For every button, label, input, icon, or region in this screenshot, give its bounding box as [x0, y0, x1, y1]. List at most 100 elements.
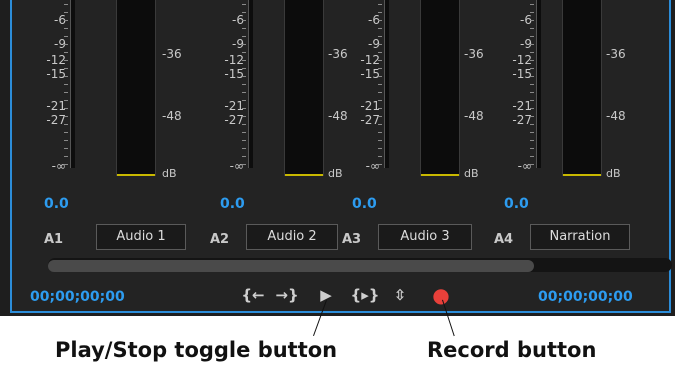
- scale-label: -15: [360, 67, 380, 81]
- scale-label: -9: [368, 37, 380, 51]
- scale-label: -48: [606, 109, 626, 123]
- fader-tick: [242, 68, 246, 69]
- play-in-to-out-icon[interactable]: {▸}: [350, 284, 380, 306]
- go-to-in-icon[interactable]: {←: [240, 284, 266, 306]
- channel-volume[interactable]: 0.0: [220, 196, 245, 212]
- fader-tick: [242, 92, 246, 93]
- fader-tick: [378, 100, 382, 101]
- mixer-panel: -6 -9 -12 -15 -21 -27 -∞ -36 -48 dB 0.0 …: [10, 0, 673, 313]
- volume-fader-track[interactable]: [536, 0, 541, 168]
- fader-tick: [530, 108, 534, 109]
- level-meter: [420, 0, 460, 176]
- fader-tick: [530, 156, 534, 157]
- fader-tick: [378, 148, 382, 149]
- scale-label: -9: [232, 37, 244, 51]
- level-meter: [284, 0, 324, 176]
- channel-strip: -6 -9 -12 -15 -21 -27 -∞ -36 -48 dB 0.0 …: [494, 0, 634, 258]
- channel-id: A3: [342, 232, 362, 247]
- fader-tick: [64, 76, 68, 77]
- level-meter: [116, 0, 156, 176]
- transport-bar: 00;00;00;00 {← →} ▶ {▸} ⇳ ● 00;00;00;00: [12, 276, 673, 312]
- channel-volume[interactable]: 0.0: [504, 196, 529, 212]
- channel-name-field[interactable]: Audio 2: [246, 224, 338, 250]
- scale-label: -21: [224, 99, 244, 113]
- scale-label: -12: [46, 53, 66, 67]
- fader-tick: [378, 140, 382, 141]
- fader-tick: [242, 20, 246, 21]
- fader-tick: [64, 60, 68, 61]
- timecode-in[interactable]: 00;00;00;00: [30, 289, 125, 305]
- fader-tick: [378, 12, 382, 13]
- fader-tick: [64, 44, 68, 45]
- channel-volume[interactable]: 0.0: [44, 196, 69, 212]
- scale-label: -36: [162, 47, 182, 61]
- channel-name-field[interactable]: Audio 3: [378, 224, 472, 250]
- record-icon[interactable]: ●: [430, 284, 452, 306]
- channel-name-field[interactable]: Audio 1: [96, 224, 186, 250]
- fader-tick: [64, 124, 68, 125]
- fader-tick: [530, 52, 534, 53]
- scale-label: -48: [464, 109, 484, 123]
- scale-label: -36: [464, 47, 484, 61]
- fader-tick: [530, 164, 534, 165]
- scale-label: -12: [224, 53, 244, 67]
- meter-level: [421, 174, 459, 176]
- fader-tick: [64, 36, 68, 37]
- fader-tick: [242, 148, 246, 149]
- fader-tick: [530, 36, 534, 37]
- scale-label: -9: [54, 37, 66, 51]
- scale-label: -6: [368, 13, 380, 27]
- level-meter: [562, 0, 602, 176]
- fader-tick: [530, 132, 534, 133]
- scale-label: -∞: [365, 159, 380, 173]
- fader-tick: [378, 4, 382, 5]
- scale-label: -27: [512, 113, 532, 127]
- fader-tick: [242, 52, 246, 53]
- fader-tick: [378, 164, 382, 165]
- fader-tick: [242, 108, 246, 109]
- volume-fader-track[interactable]: [70, 0, 75, 168]
- scale-label: -12: [512, 53, 532, 67]
- audio-track-mixer: -6 -9 -12 -15 -21 -27 -∞ -36 -48 dB 0.0 …: [0, 0, 675, 316]
- scale-label: dB: [606, 167, 621, 180]
- fader-tick: [378, 20, 382, 21]
- fader-ticks: [242, 0, 246, 170]
- scrollbar-thumb[interactable]: [48, 260, 534, 272]
- fader-tick: [378, 76, 382, 77]
- fader-tick: [242, 124, 246, 125]
- fader-tick: [530, 76, 534, 77]
- scale-label: -27: [360, 113, 380, 127]
- fader-tick: [530, 92, 534, 93]
- scale-label: -15: [512, 67, 532, 81]
- go-to-out-icon[interactable]: →}: [274, 284, 300, 306]
- volume-fader-track[interactable]: [248, 0, 253, 168]
- fader-tick: [378, 44, 382, 45]
- fader-tick: [64, 100, 68, 101]
- fader-tick: [64, 20, 68, 21]
- fader-tick: [378, 52, 382, 53]
- channel-volume[interactable]: 0.0: [352, 196, 377, 212]
- channel-name-field[interactable]: Narration: [530, 224, 630, 250]
- meter-level: [563, 174, 601, 176]
- fader-tick: [64, 140, 68, 141]
- fader-tick: [242, 12, 246, 13]
- horizontal-scrollbar[interactable]: [48, 258, 672, 272]
- volume-fader-track[interactable]: [384, 0, 389, 168]
- fader-tick: [242, 36, 246, 37]
- channel-id: A1: [44, 232, 64, 247]
- fader-tick: [242, 44, 246, 45]
- fader-tick: [530, 4, 534, 5]
- loop-icon[interactable]: ⇳: [388, 284, 412, 306]
- fader-tick: [378, 132, 382, 133]
- fader-ticks: [64, 0, 68, 170]
- fader-tick: [378, 60, 382, 61]
- fader-tick: [64, 156, 68, 157]
- scale-label: dB: [464, 167, 479, 180]
- scale-label: -6: [54, 13, 66, 27]
- meter-level: [117, 174, 155, 176]
- fader-tick: [64, 132, 68, 133]
- scale-label: dB: [328, 167, 343, 180]
- fader-tick: [64, 148, 68, 149]
- timecode-out[interactable]: 00;00;00;00: [538, 289, 633, 305]
- fader-tick: [242, 76, 246, 77]
